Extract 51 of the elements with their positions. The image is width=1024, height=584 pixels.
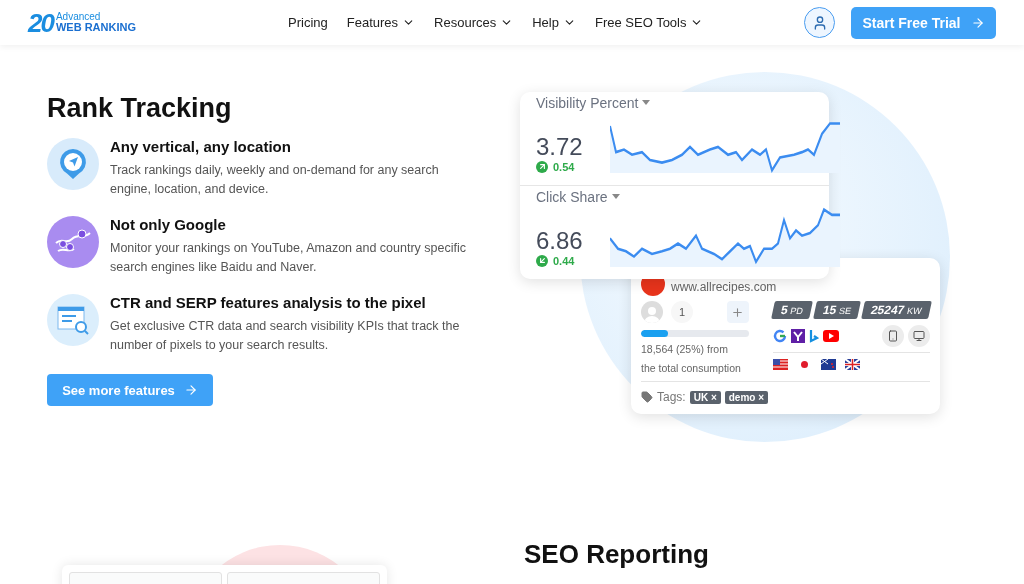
feature-description: Track rankings daily, weekly and on-demand for any search engine, location, and device. (110, 162, 440, 198)
tag-icon (641, 391, 653, 403)
tag-chip[interactable]: UK × (689, 390, 721, 404)
account-button[interactable] (804, 7, 835, 38)
metric-value: 3.72 (536, 132, 584, 161)
feature-description: Monitor your rankings on YouTube, Amazon and country specific search engines like Baidu and Naver. (110, 240, 467, 276)
metric-dropdown[interactable]: Visibility Percent (536, 94, 651, 111)
nav-link[interactable]: Features (346, 15, 416, 30)
metric-change: 0.44 (553, 254, 575, 267)
avatar-icon (641, 301, 663, 323)
tags-label: Tags: (657, 390, 686, 404)
metric-dropdown[interactable]: Click Share (536, 188, 620, 205)
user-count: 1 (671, 301, 693, 323)
search-engine-icon (772, 329, 787, 343)
stat-badge: 5 PD (770, 301, 813, 319)
add-user-button[interactable] (726, 301, 749, 323)
usage-text: 18,564 (25%) from the total consumption (641, 342, 741, 376)
arrow-right-icon (970, 15, 985, 30)
arrow-right-icon (183, 383, 198, 397)
feature-description: Get exclusive CTR data and search visibility KPIs that track the number of pixels to your search results. (110, 318, 461, 354)
feature-title: Not only Google (110, 216, 227, 233)
location-pin-icon (47, 138, 99, 190)
flag-icon (820, 359, 836, 370)
nav-link[interactable]: Help (532, 15, 576, 30)
search-engine-icon (808, 329, 819, 343)
caret-icon (642, 100, 651, 105)
project-url: www.allrecipes.com (671, 280, 778, 294)
feature-title: CTR and SERP features analysis to the pixel (110, 294, 427, 311)
nav-link[interactable]: Resources (434, 15, 514, 30)
stat-badge: 25247 KW (861, 301, 932, 319)
flag-icon (844, 359, 860, 370)
tag-chip[interactable]: demo × (724, 390, 769, 404)
plus-icon (731, 305, 745, 319)
desktop-button[interactable] (908, 325, 930, 347)
nav-link[interactable]: Free SEO Tools (594, 15, 704, 30)
caret-icon (611, 194, 620, 199)
stat-badge: 15 SE (812, 301, 862, 319)
metric-change: 0.54 (553, 160, 575, 173)
search-results-icon (47, 294, 99, 346)
feature-title: Any vertical, any location (110, 138, 292, 155)
map-icon (47, 216, 99, 268)
smartphone-icon (887, 330, 899, 342)
section-title: Rank Tracking (47, 93, 233, 124)
metric-value: 6.86 (536, 226, 584, 255)
nav-link[interactable]: Pricing (288, 15, 328, 30)
mobile-button[interactable] (882, 325, 904, 347)
flag-icon (772, 359, 788, 370)
monitor-icon (913, 330, 925, 342)
section-title: SEO Reporting (524, 539, 709, 571)
search-engine-icon (790, 329, 805, 343)
video-icon (822, 330, 839, 342)
